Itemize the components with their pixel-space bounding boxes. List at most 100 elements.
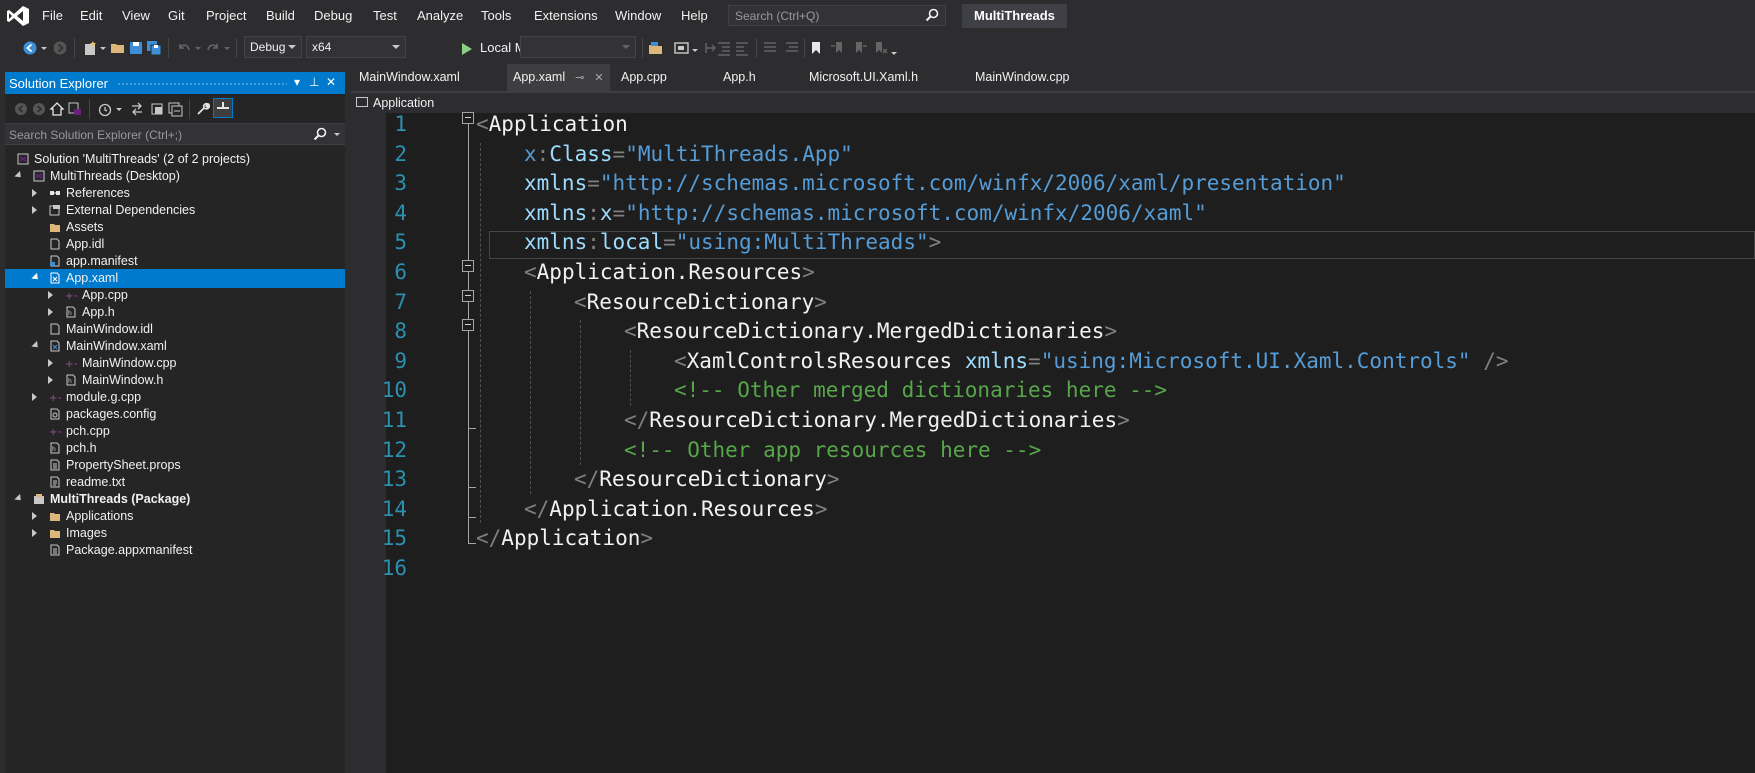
chevron-down-icon[interactable]	[194, 40, 202, 56]
collapsed-arrow-icon[interactable]	[32, 206, 37, 214]
collapse-region-icon[interactable]	[462, 290, 474, 302]
tab-app-xaml[interactable]: App.xaml ⊸ ✕	[507, 64, 610, 91]
menu-test[interactable]: Test	[373, 8, 397, 23]
save-all-icon[interactable]	[146, 40, 162, 56]
menu-build[interactable]: Build	[266, 8, 295, 23]
expanded-arrow-icon[interactable]	[14, 170, 24, 181]
sync-with-active-document-icon[interactable]	[129, 101, 145, 117]
expanded-arrow-icon[interactable]	[31, 340, 41, 351]
comment-lines-icon[interactable]	[762, 40, 778, 56]
save-icon[interactable]	[128, 40, 144, 56]
tree-item-package-appxmanifest[interactable]: Package.appxmanifest	[5, 541, 345, 560]
menu-edit[interactable]: Edit	[80, 8, 102, 23]
collapsed-arrow-icon[interactable]	[48, 308, 53, 316]
refresh-icon[interactable]	[149, 101, 165, 117]
previous-bookmark-icon[interactable]	[830, 40, 846, 56]
expanded-arrow-icon[interactable]	[31, 272, 41, 283]
back-icon[interactable]	[13, 101, 29, 117]
bookmark-icon[interactable]	[808, 40, 824, 56]
chevron-down-icon[interactable]	[115, 101, 123, 117]
menu-window[interactable]: Window	[615, 8, 661, 23]
solution-configuration-select[interactable]	[520, 36, 636, 58]
expanded-arrow-icon[interactable]	[14, 493, 24, 504]
tab-mainwindow-cpp[interactable]: MainWindow.cpp	[969, 64, 1076, 91]
pin-icon[interactable]: ⊸	[575, 72, 584, 84]
collapsed-arrow-icon[interactable]	[32, 393, 37, 401]
open-folder-icon[interactable]	[110, 40, 126, 56]
collapse-region-icon[interactable]	[462, 112, 474, 124]
tab-app-h[interactable]: App.h	[717, 64, 762, 91]
next-bookmark-icon[interactable]	[852, 40, 868, 56]
chevron-down-icon[interactable]	[223, 40, 231, 56]
home-icon[interactable]	[49, 101, 65, 117]
collapsed-arrow-icon[interactable]	[48, 359, 53, 367]
menu-file[interactable]: File	[42, 8, 63, 23]
menu-project[interactable]: Project	[206, 8, 246, 23]
forward-icon[interactable]	[31, 101, 47, 117]
undo-icon[interactable]	[176, 40, 192, 56]
pin-icon[interactable]: ⊥	[309, 75, 319, 89]
properties-wrench-icon[interactable]	[195, 101, 211, 117]
preview-selected-items-button[interactable]	[213, 98, 233, 118]
menu-analyze[interactable]: Analyze	[417, 8, 463, 23]
outdent-icon[interactable]	[734, 40, 750, 56]
global-search-input[interactable]: Search (Ctrl+Q)	[728, 5, 946, 26]
navigate-forward-icon[interactable]	[52, 40, 68, 56]
tab-app-cpp[interactable]: App.cpp	[615, 64, 673, 91]
new-project-icon[interactable]	[82, 40, 98, 56]
menu-help[interactable]: Help	[681, 8, 708, 23]
tab-mainwindow-xaml[interactable]: MainWindow.xaml	[353, 64, 466, 91]
code-token: xmlns	[524, 230, 588, 255]
toolbar-overflow-icon[interactable]	[890, 40, 898, 56]
drag-grip[interactable]	[117, 82, 287, 86]
chevron-down-icon[interactable]	[40, 40, 48, 56]
collapse-all-icon[interactable]	[167, 101, 183, 117]
collapsed-arrow-icon[interactable]	[32, 529, 37, 537]
code-token: </	[574, 467, 600, 492]
menu-tools[interactable]: Tools	[481, 8, 511, 23]
visual-studio-logo-icon[interactable]	[6, 5, 30, 27]
switch-views-icon[interactable]	[67, 101, 83, 117]
navigate-back-icon[interactable]	[22, 40, 38, 56]
collapsed-arrow-icon[interactable]	[48, 376, 53, 384]
play-icon	[462, 42, 472, 55]
uncomment-lines-icon[interactable]	[784, 40, 800, 56]
close-icon[interactable]: ✕	[594, 72, 603, 84]
solution-explorer-search-input[interactable]: Search Solution Explorer (Ctrl+;)	[5, 123, 345, 145]
indent-icon[interactable]	[716, 40, 732, 56]
tree-item-label: App.xaml	[66, 271, 119, 285]
collapse-region-icon[interactable]	[462, 319, 474, 331]
tab-microsoft-ui-xaml-h[interactable]: Microsoft.UI.Xaml.h	[803, 64, 924, 91]
document-tab-strip: MainWindow.xaml App.xaml ⊸ ✕ App.cpp App.h…	[351, 64, 1755, 91]
window-position-dropdown-icon[interactable]: ▾	[294, 75, 300, 89]
file-icon	[50, 323, 60, 335]
menu-debug[interactable]: Debug	[314, 8, 352, 23]
chevron-down-icon[interactable]	[99, 40, 107, 56]
redo-icon[interactable]	[205, 40, 221, 56]
chevron-down-icon	[288, 45, 296, 49]
platform-select[interactable]: x64	[306, 36, 406, 58]
collapsed-arrow-icon[interactable]	[32, 512, 37, 520]
code-token: =	[612, 141, 626, 166]
code-editor[interactable]: 1 2 3 4 5 6 7 8 9 10 11 12 13 14 15 16 <Application x:Cl…	[351, 112, 1755, 773]
collapsed-arrow-icon[interactable]	[32, 189, 37, 197]
close-icon[interactable]: ✕	[326, 75, 336, 89]
code-token: "http://schemas.microsoft.com/winfx/2006…	[625, 200, 1207, 225]
clear-bookmarks-icon[interactable]	[872, 40, 888, 56]
collapsed-arrow-icon[interactable]	[48, 291, 53, 299]
code-token: <	[574, 289, 587, 314]
code-line: </Application>	[476, 526, 653, 550]
dependencies-icon	[49, 205, 60, 216]
navigation-scope[interactable]: Application	[373, 96, 434, 110]
screen-capture-icon[interactable]	[674, 40, 690, 56]
browse-folder-icon[interactable]	[648, 40, 664, 56]
solution-explorer-title-bar[interactable]: Solution Explorer ▾ ⊥ ✕	[5, 72, 345, 94]
code-token: <	[524, 260, 537, 284]
menu-view[interactable]: View	[122, 8, 150, 23]
configuration-select[interactable]: Debug	[244, 36, 302, 58]
menu-git[interactable]: Git	[168, 8, 185, 23]
pending-changes-filter-icon[interactable]	[97, 101, 113, 117]
collapse-region-icon[interactable]	[462, 260, 474, 272]
chevron-down-icon[interactable]	[691, 40, 699, 56]
menu-extensions[interactable]: Extensions	[534, 8, 598, 23]
